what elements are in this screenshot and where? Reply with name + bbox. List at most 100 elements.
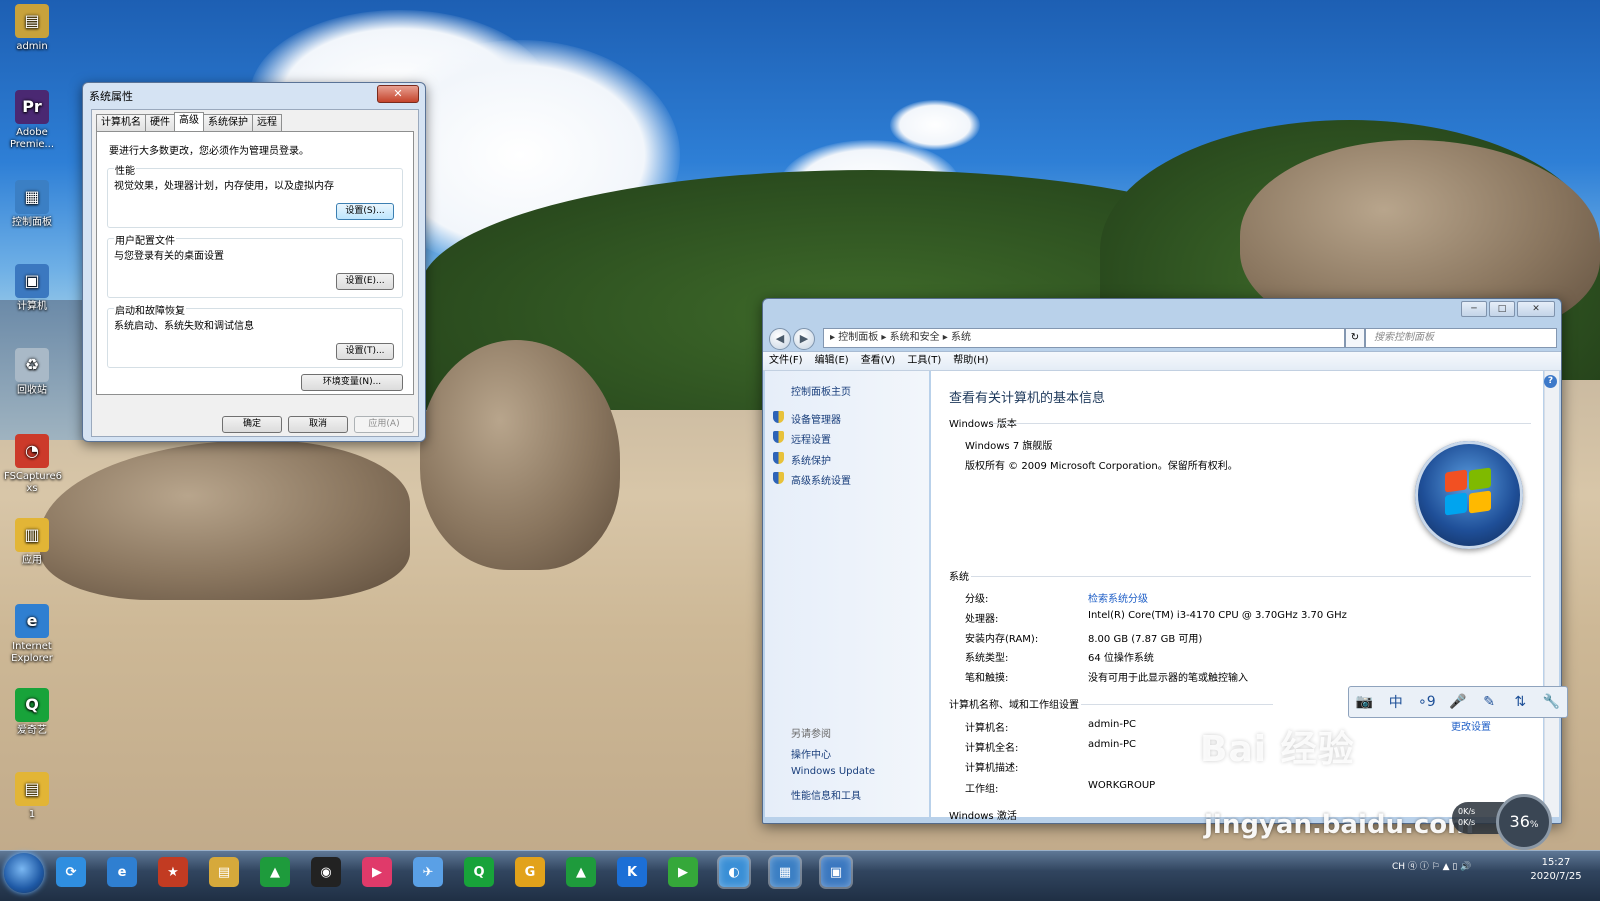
performance-tools-link[interactable]: 性能信息和工具 (791, 787, 861, 802)
punctuation-icon[interactable]: ∘9 (1415, 694, 1439, 710)
desktop-icon-recycle-bin[interactable]: ♻ 回收站 (4, 348, 60, 397)
device-manager-link[interactable]: 设备管理器 (773, 411, 841, 426)
search-input[interactable]: 搜索控制面板 (1365, 328, 1557, 348)
tab-advanced[interactable]: 高级 (174, 112, 204, 131)
control-panel-icon[interactable]: ▦ (770, 857, 800, 887)
kugou-icon[interactable]: K (617, 857, 647, 887)
close-button[interactable]: ✕ (377, 85, 419, 103)
help-icon[interactable]: ? (1544, 375, 1557, 388)
back-button[interactable]: ◀ (769, 328, 791, 350)
system-protection-link[interactable]: 系统保护 (773, 452, 831, 467)
performance-settings-button[interactable]: 设置(S)... (336, 203, 394, 220)
close-button[interactable]: ✕ (1517, 301, 1555, 317)
minimize-button[interactable]: ─ (1461, 301, 1487, 317)
badge-icon[interactable]: ★ (158, 857, 188, 887)
advanced-system-settings-link[interactable]: 高级系统设置 (773, 472, 851, 487)
folder-icon: ▤ (15, 772, 49, 806)
youku-icon[interactable]: ▶ (362, 857, 392, 887)
cancel-button[interactable]: 取消 (288, 416, 348, 433)
system-tray[interactable]: CH ⓠ ⓘ ⚐ ▲ ▯ 🔊 (1392, 859, 1471, 872)
browser-icon[interactable]: ◐ (719, 857, 749, 887)
environment-variables-button[interactable]: 环境变量(N)... (301, 374, 403, 391)
maximize-button[interactable]: □ (1489, 301, 1515, 317)
rating-key: 分级: (965, 594, 989, 605)
menu-tools[interactable]: 工具(T) (901, 352, 947, 370)
group-description: 与您登录有关的桌面设置 (114, 251, 224, 262)
address-bar[interactable]: ▸ 控制面板 ▸ 系统和安全 ▸ 系统 (823, 328, 1345, 348)
computer-name-key: 计算机名: (965, 723, 1009, 734)
switch-icon[interactable]: ⇅ (1508, 694, 1532, 710)
handwriting-icon[interactable]: ✎ (1477, 694, 1501, 710)
g-app-icon[interactable]: G (515, 857, 545, 887)
windows-activation-heading: Windows 激活 (949, 811, 1017, 822)
apply-button[interactable]: 应用(A) (354, 416, 414, 433)
ime-toolbar: 📷 中 ∘9 🎤 ✎ ⇅ 🔧 (1348, 686, 1568, 718)
action-center-link[interactable]: 操作中心 (791, 746, 831, 761)
start-button[interactable] (4, 853, 44, 893)
qq-icon[interactable]: ◉ (311, 857, 341, 887)
desktop-icon-premiere[interactable]: Pr Adobe Premie... (4, 90, 60, 151)
vertical-scrollbar[interactable]: ? (1544, 371, 1559, 817)
menu-file[interactable]: 文件(F) (763, 352, 809, 370)
desktop-icon-fscapture[interactable]: ◔ FSCapture6 xs (4, 434, 62, 495)
rating-link[interactable]: 检索系统分级 (1088, 590, 1148, 605)
control-panel-home-link[interactable]: 控制面板主页 (791, 383, 851, 398)
workgroup-value: WORKGROUP (1088, 780, 1156, 791)
change-settings-link[interactable]: 更改设置 (1451, 718, 1491, 733)
user-profiles-settings-button[interactable]: 设置(E)... (336, 273, 394, 290)
forward-button[interactable]: ▶ (793, 328, 815, 350)
page-title: 查看有关计算机的基本信息 (949, 391, 1106, 406)
tab-remote[interactable]: 远程 (252, 114, 282, 131)
startup-recovery-settings-button[interactable]: 设置(T)... (336, 343, 394, 360)
full-computer-name-value: admin-PC (1088, 739, 1136, 750)
desktop-icon-label: 控制面板 (12, 217, 52, 228)
desktop-icon-ie[interactable]: e Internet Explorer (4, 604, 60, 665)
chinese-mode-icon[interactable]: 中 (1384, 692, 1408, 712)
system-window-icon[interactable]: ▣ (821, 857, 851, 887)
360-icon[interactable]: ⟳ (56, 857, 86, 887)
player-icon[interactable]: ▶ (668, 857, 698, 887)
desktop-icon-admin[interactable]: ▤ admin (4, 4, 60, 53)
remote-settings-link[interactable]: 远程设置 (773, 431, 831, 446)
microphone-icon[interactable]: 🎤 (1446, 694, 1470, 710)
menu-edit[interactable]: 编辑(E) (809, 352, 855, 370)
system-type-value: 64 位操作系统 (1088, 653, 1154, 664)
premiere-icon: Pr (15, 90, 49, 124)
processor-key: 处理器: (965, 614, 999, 625)
memory-gauge[interactable]: 36% (1496, 794, 1552, 850)
edition-value: Windows 7 旗舰版 (965, 441, 1053, 452)
iqiyi-icon: Q (15, 688, 49, 722)
computer-icon: ▣ (15, 264, 49, 298)
clock[interactable]: 15:27 2020/7/25 (1526, 856, 1586, 884)
apps-folder-icon: ▥ (15, 518, 49, 552)
wrench-icon[interactable]: 🔧 (1539, 694, 1563, 710)
windows-update-link[interactable]: Windows Update (791, 766, 875, 777)
desktop-icon-label: admin (16, 41, 48, 52)
green-app2-icon[interactable]: ▲ (566, 857, 596, 887)
iqiyi-icon[interactable]: Q (464, 857, 494, 887)
screenshot-icon[interactable]: 📷 (1353, 694, 1377, 710)
green-app-icon[interactable]: ▲ (260, 857, 290, 887)
divider (971, 576, 1531, 577)
fscapture-icon: ◔ (15, 434, 49, 468)
user-folder-icon: ▤ (15, 4, 49, 38)
system-control-panel-window: ─ □ ✕ ◀ ▶ ▸ 控制面板 ▸ 系统和安全 ▸ 系统 ↻ 搜索控制面板 文… (762, 298, 1562, 824)
feige-icon[interactable]: ✈ (413, 857, 443, 887)
desktop-icon-apps[interactable]: ▥ 应用 (4, 518, 60, 567)
desktop-icon-control-panel[interactable]: ▦ 控制面板 (4, 180, 60, 229)
explorer-icon[interactable]: ▤ (209, 857, 239, 887)
menu-view[interactable]: 查看(V) (855, 352, 902, 370)
tab-computer-name[interactable]: 计算机名 (96, 114, 146, 131)
tab-system-protection[interactable]: 系统保护 (203, 114, 253, 131)
logo-quadrant (1469, 467, 1491, 491)
menu-help[interactable]: 帮助(H) (947, 352, 994, 370)
refresh-button[interactable]: ↻ (1345, 328, 1365, 348)
desktop-icon-computer[interactable]: ▣ 计算机 (4, 264, 60, 313)
ie-icon[interactable]: e (107, 857, 137, 887)
ok-button[interactable]: 确定 (222, 416, 282, 433)
tab-hardware[interactable]: 硬件 (145, 114, 175, 131)
control-panel-icon: ▦ (15, 180, 49, 214)
full-computer-name-key: 计算机全名: (965, 743, 1019, 754)
desktop-icon-iqiyi[interactable]: Q 爱奇艺 (4, 688, 60, 737)
desktop-icon-folder-1[interactable]: ▤ 1 (4, 772, 60, 821)
